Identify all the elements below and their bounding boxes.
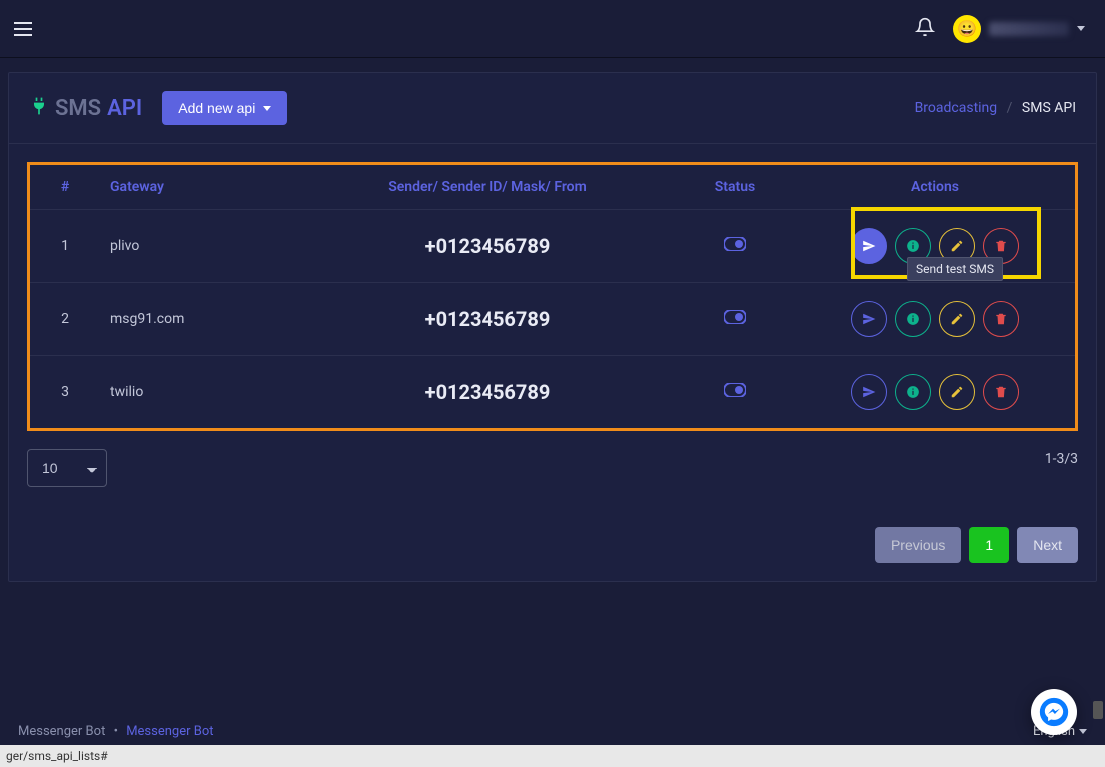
- messenger-fab[interactable]: [1031, 689, 1077, 735]
- menu-toggle[interactable]: [8, 16, 38, 42]
- cell-sender: +0123456789: [300, 356, 675, 429]
- cell-gateway: twilio: [100, 356, 300, 429]
- breadcrumb-current: SMS API: [1022, 100, 1076, 116]
- col-num: #: [30, 165, 100, 210]
- col-sender: Sender/ Sender ID/ Mask/ From: [300, 165, 675, 210]
- pager-page-1[interactable]: 1: [969, 527, 1009, 563]
- table-row: 2 msg91.com +0123456789: [30, 283, 1075, 356]
- cell-sender: +0123456789: [300, 283, 675, 356]
- tooltip-send-test-sms: Send test SMS: [907, 257, 1003, 281]
- delete-button[interactable]: [983, 374, 1019, 410]
- status-toggle[interactable]: [724, 383, 746, 397]
- cell-status: [675, 210, 795, 283]
- send-test-sms-button[interactable]: [851, 374, 887, 410]
- scrollbar-thumb[interactable]: [1093, 701, 1103, 719]
- status-toggle[interactable]: [724, 310, 746, 324]
- col-status: Status: [675, 165, 795, 210]
- user-name: [989, 22, 1069, 36]
- pagination: Previous 1 Next: [27, 527, 1078, 563]
- footer-text: Messenger Bot: [18, 724, 105, 739]
- delete-button[interactable]: [983, 301, 1019, 337]
- chevron-down-icon: [1079, 729, 1087, 734]
- add-new-api-label: Add new api: [178, 100, 255, 116]
- cell-num: 1: [30, 210, 100, 283]
- edit-button[interactable]: [939, 374, 975, 410]
- send-test-sms-button[interactable]: [851, 228, 887, 264]
- breadcrumb-parent[interactable]: Broadcasting: [915, 100, 998, 116]
- pager-next[interactable]: Next: [1017, 527, 1078, 563]
- avatar: 😀: [953, 15, 981, 43]
- col-actions: Actions: [795, 165, 1075, 210]
- info-button[interactable]: [895, 374, 931, 410]
- footer: Messenger Bot • Messenger Bot English: [0, 724, 1105, 739]
- range-text: 1-3/3: [1045, 451, 1078, 467]
- col-gateway: Gateway: [100, 165, 300, 210]
- browser-status-bar: ger/sms_api_lists#: [0, 745, 1105, 767]
- status-toggle[interactable]: [724, 237, 746, 251]
- bell-icon[interactable]: [915, 17, 935, 41]
- actions-group: [851, 374, 1019, 410]
- pager-prev[interactable]: Previous: [875, 527, 961, 563]
- cell-gateway: plivo: [100, 210, 300, 283]
- sms-api-table: # Gateway Sender/ Sender ID/ Mask/ From …: [30, 165, 1075, 428]
- send-test-sms-button[interactable]: [851, 301, 887, 337]
- table-row: 3 twilio +0123456789: [30, 356, 1075, 429]
- page-title: SMS API: [29, 96, 142, 121]
- cell-num: 3: [30, 356, 100, 429]
- chevron-down-icon: [1077, 26, 1085, 31]
- edit-button[interactable]: [939, 301, 975, 337]
- cell-sender: +0123456789: [300, 210, 675, 283]
- user-menu[interactable]: 😀: [953, 15, 1085, 43]
- cell-gateway: msg91.com: [100, 283, 300, 356]
- footer-link[interactable]: Messenger Bot: [126, 724, 213, 739]
- plug-icon: [29, 96, 49, 121]
- breadcrumb: Broadcasting / SMS API: [915, 100, 1076, 116]
- add-new-api-button[interactable]: Add new api: [162, 91, 287, 125]
- page-size-select[interactable]: 10: [27, 449, 107, 487]
- chevron-down-icon: [263, 106, 271, 111]
- actions-group: [851, 301, 1019, 337]
- cell-num: 2: [30, 283, 100, 356]
- sms-api-table-frame: # Gateway Sender/ Sender ID/ Mask/ From …: [27, 162, 1078, 431]
- info-button[interactable]: [895, 301, 931, 337]
